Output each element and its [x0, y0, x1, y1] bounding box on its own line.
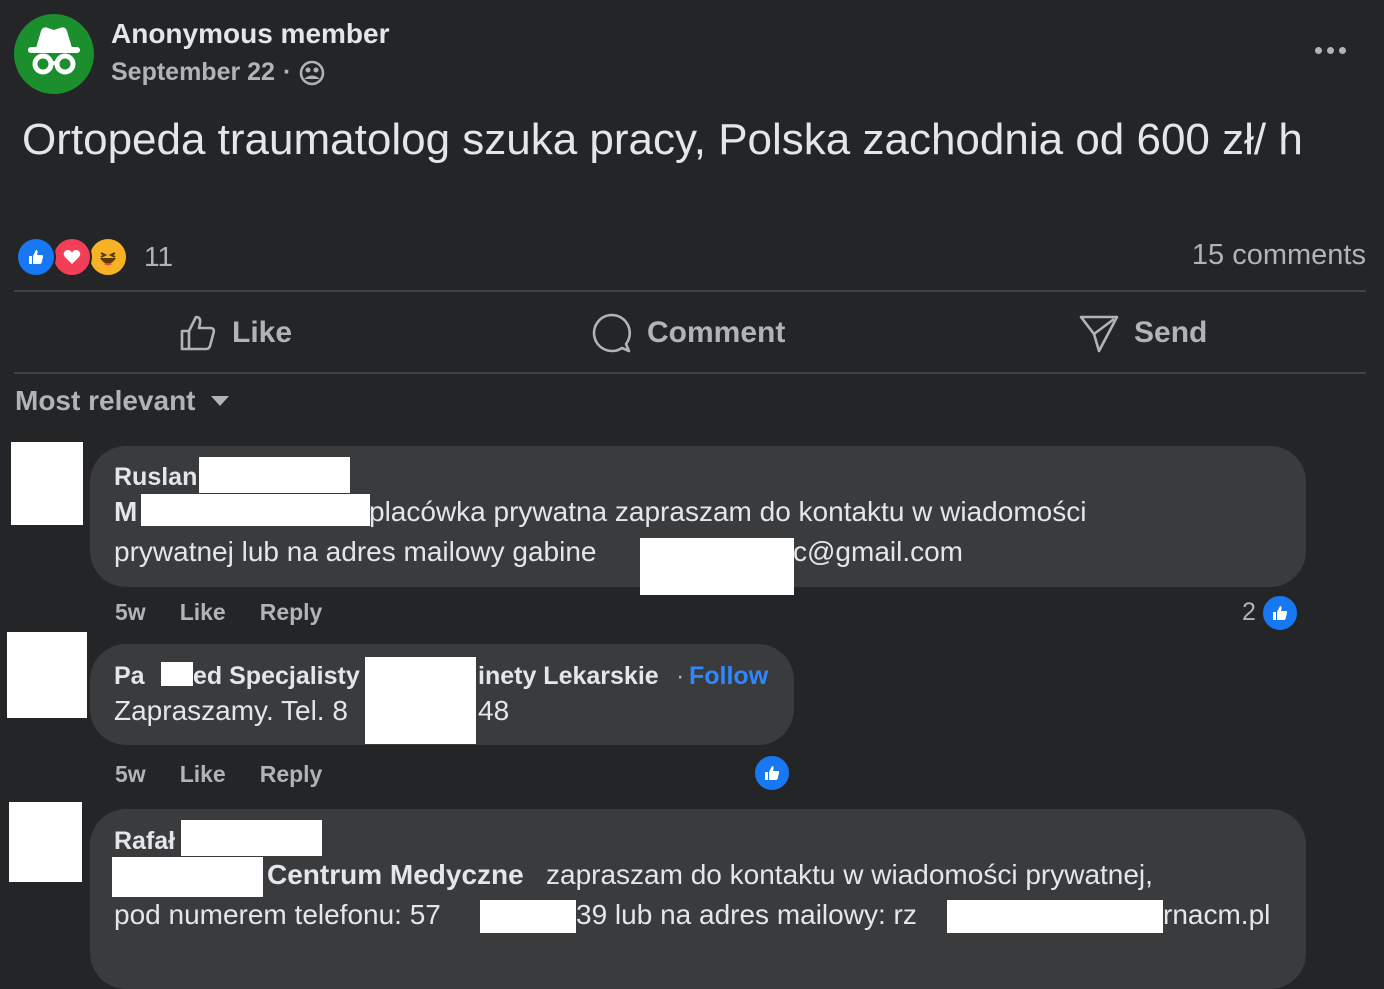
- more-dot-icon: [1314, 46, 1322, 54]
- like-icon[interactable]: [753, 754, 791, 792]
- commenter-name-start[interactable]: Pa: [114, 662, 145, 691]
- send-button[interactable]: Send: [1078, 298, 1207, 368]
- post-meta: September 22 ·: [111, 58, 325, 87]
- commenter-avatar[interactable]: [11, 442, 83, 525]
- redaction: [480, 900, 576, 933]
- anonymous-avatar[interactable]: [14, 14, 94, 94]
- comment-text: c@gmail.com: [793, 536, 964, 567]
- comment-like-link[interactable]: Like: [180, 599, 226, 626]
- comment-text-prefix: M: [114, 496, 138, 527]
- redaction: [640, 538, 794, 595]
- name-separator: ·: [676, 662, 685, 690]
- comment-actions: 5w Like Reply: [115, 761, 322, 788]
- comments-count-link[interactable]: 15 comments: [1192, 239, 1366, 272]
- comment-text: prywatnej lub na adres mailowy gabine: [114, 536, 597, 567]
- comment-reply-link[interactable]: Reply: [260, 599, 323, 626]
- redaction: [199, 457, 350, 493]
- like-icon[interactable]: [1261, 594, 1299, 632]
- commenter-avatar[interactable]: [9, 802, 82, 882]
- comment-mention[interactable]: Centrum Medyczne: [267, 859, 524, 891]
- commenter-name-end[interactable]: inety Lekarskie: [478, 662, 659, 691]
- redaction: [161, 662, 193, 686]
- incognito-icon: [28, 27, 80, 75]
- follow-button[interactable]: Follow: [689, 662, 768, 691]
- redaction: [112, 857, 263, 897]
- comment-sort-dropdown[interactable]: Most relevant: [15, 385, 230, 417]
- comment-text: 48: [478, 695, 510, 726]
- post-author-name[interactable]: Anonymous member: [111, 18, 390, 50]
- haha-icon: [88, 237, 128, 277]
- sort-label: Most relevant: [15, 385, 196, 416]
- send-label: Send: [1134, 316, 1208, 349]
- redaction: [947, 900, 1163, 933]
- comment-button[interactable]: Comment: [591, 298, 785, 368]
- comment-actions: 5w Like Reply: [115, 599, 322, 626]
- comment-icon: [592, 313, 631, 353]
- comment-timestamp[interactable]: 5w: [115, 761, 146, 788]
- group-icon: [300, 60, 325, 85]
- thumbs-up-icon: [180, 315, 216, 351]
- divider: [14, 290, 1366, 292]
- comment-timestamp[interactable]: 5w: [115, 599, 146, 626]
- commenter-avatar[interactable]: [7, 632, 87, 718]
- redaction: [365, 657, 476, 744]
- comment-reply-link[interactable]: Reply: [260, 761, 323, 788]
- reactions-summary[interactable]: 11: [16, 237, 173, 277]
- comment-text: pod numerem telefonu: 57: [114, 899, 441, 930]
- commenter-name[interactable]: Ruslan: [114, 463, 197, 492]
- like-button[interactable]: Like: [178, 298, 292, 368]
- love-icon: [52, 237, 92, 277]
- comment-text: Zapraszamy. Tel. 8: [114, 695, 348, 726]
- like-label: Like: [232, 316, 293, 349]
- comment-text: 39 lub na adres mailowy: rz: [576, 899, 917, 930]
- redaction: [141, 494, 370, 526]
- commenter-name-middle[interactable]: ed Specjalisty: [193, 662, 360, 691]
- commenter-name[interactable]: Rafał: [114, 827, 175, 856]
- redaction: [181, 820, 322, 856]
- comment-text: rnacm.pl: [1163, 899, 1271, 930]
- comment-label: Comment: [647, 316, 786, 349]
- post-text: Ortopeda traumatolog szuka pracy, Polska…: [22, 115, 1303, 164]
- send-icon: [1079, 315, 1119, 353]
- like-icon: [16, 237, 56, 277]
- more-dot-icon: [1326, 46, 1334, 54]
- comment-text: zapraszam do kontaktu w wiadomości prywa…: [546, 859, 1153, 890]
- comment-like-count[interactable]: 2: [1242, 598, 1256, 627]
- comment-text: placówka prywatna zapraszam do kontaktu …: [369, 496, 1087, 527]
- post-date[interactable]: September 22: [111, 58, 275, 87]
- reaction-count: 11: [144, 241, 174, 272]
- caret-down-icon: [210, 396, 229, 406]
- more-dot-icon: [1338, 46, 1346, 54]
- comment-like-link[interactable]: Like: [180, 761, 226, 788]
- more-options-button[interactable]: [1306, 32, 1354, 68]
- meta-separator: ·: [282, 58, 292, 86]
- divider: [14, 372, 1366, 374]
